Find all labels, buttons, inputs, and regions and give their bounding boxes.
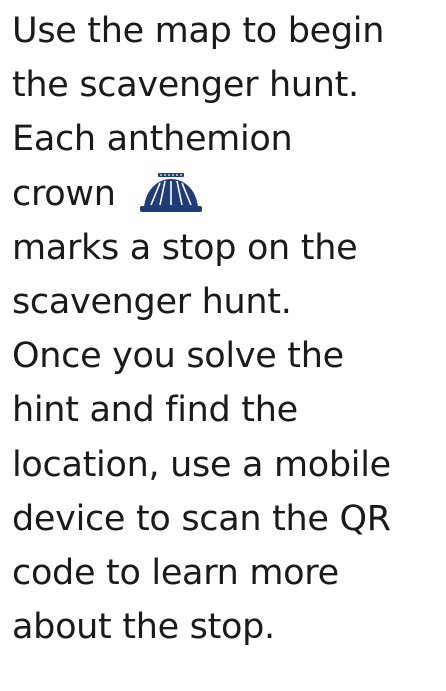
instruction-line-4: crown <box>12 173 116 214</box>
instruction-line-1: Use the map to begin <box>12 11 385 51</box>
instruction-line-9: location, use a mobile <box>12 444 391 485</box>
instruction-line-10: device to scan the QR <box>12 498 391 539</box>
instruction-line-11: code to learn more <box>12 553 339 594</box>
instructions-panel: Use the map to begin the scavenger hunt.… <box>0 0 446 691</box>
instruction-line-3: Each anthemion <box>12 119 293 160</box>
instruction-line-12: about the stop. <box>12 607 275 648</box>
instruction-line-6: scavenger hunt. <box>12 282 292 323</box>
instruction-line-5: marks a stop on the <box>12 227 358 268</box>
anthemion-crown-icon <box>139 172 202 212</box>
instruction-line-8: hint and find the <box>12 390 298 431</box>
instruction-line-7: Once you solve the <box>12 336 344 377</box>
crown-line: crown <box>12 167 446 221</box>
instruction-line-2: the scavenger hunt. <box>12 65 359 106</box>
